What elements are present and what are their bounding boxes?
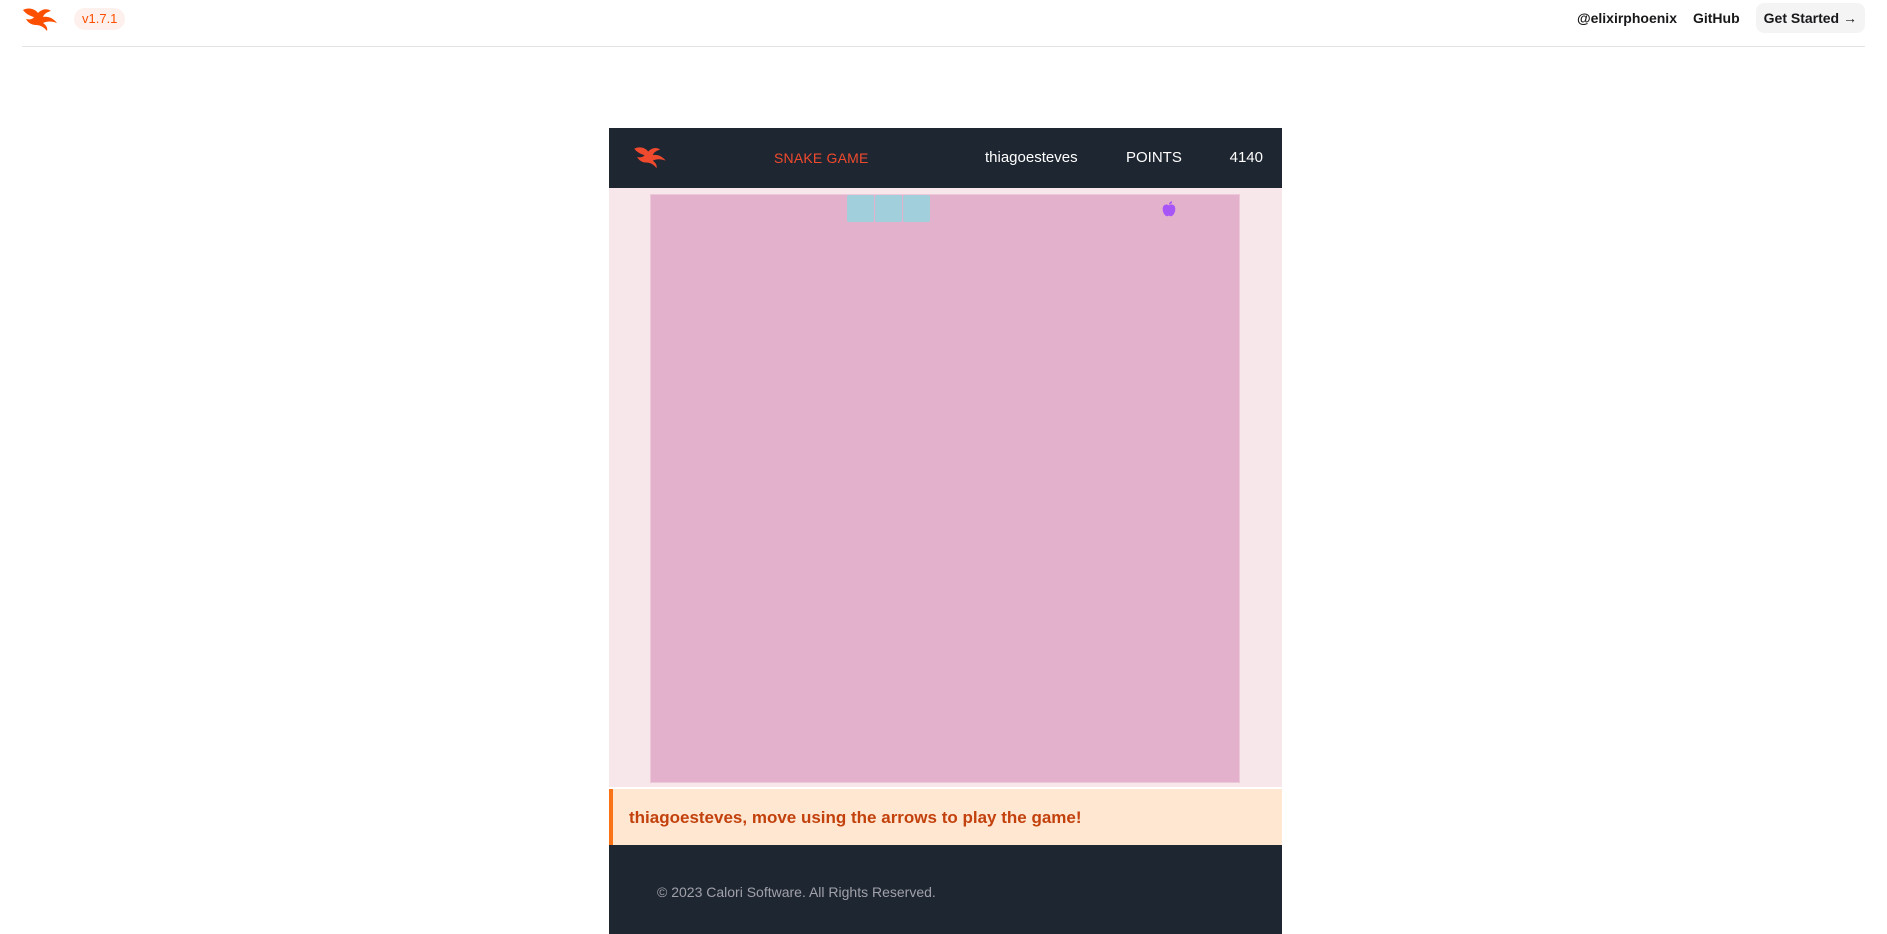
- instruction-text: thiagoesteves, move using the arrows to …: [629, 808, 1082, 827]
- game-footer: © 2023 Calori Software. All Rights Reser…: [609, 845, 1282, 934]
- player-name: thiagoesteves: [985, 149, 1078, 166]
- game-header: SNAKE GAME thiagoesteves POINTS 4140: [609, 128, 1282, 188]
- phoenix-logo-icon[interactable]: [22, 6, 58, 32]
- points-value: 4140: [1229, 149, 1263, 166]
- snake-segment: [847, 195, 874, 222]
- get-started-button[interactable]: Get Started →: [1755, 3, 1865, 33]
- snake-segment: [903, 195, 930, 222]
- top-links: @elixirphoenix GitHub Get Started →: [1577, 3, 1865, 33]
- snake-game: SNAKE GAME thiagoesteves POINTS 4140 thi…: [609, 128, 1282, 934]
- twitter-link[interactable]: @elixirphoenix: [1577, 10, 1677, 26]
- points-label: POINTS: [1126, 149, 1182, 166]
- game-message: thiagoesteves, move using the arrows to …: [609, 789, 1282, 845]
- game-board[interactable]: [650, 194, 1240, 783]
- github-link[interactable]: GitHub: [1693, 10, 1740, 26]
- version-badge: v1.7.1: [74, 8, 126, 30]
- phoenix-logo-icon: [634, 147, 666, 169]
- copyright-text: © 2023 Calori Software. All Rights Reser…: [657, 884, 936, 900]
- game-title: SNAKE GAME: [774, 150, 869, 166]
- snake-segment: [875, 195, 902, 222]
- top-nav: v1.7.1 @elixirphoenix GitHub Get Started…: [22, 0, 1865, 47]
- apple-icon: [1162, 201, 1176, 217]
- board-area: [609, 188, 1282, 787]
